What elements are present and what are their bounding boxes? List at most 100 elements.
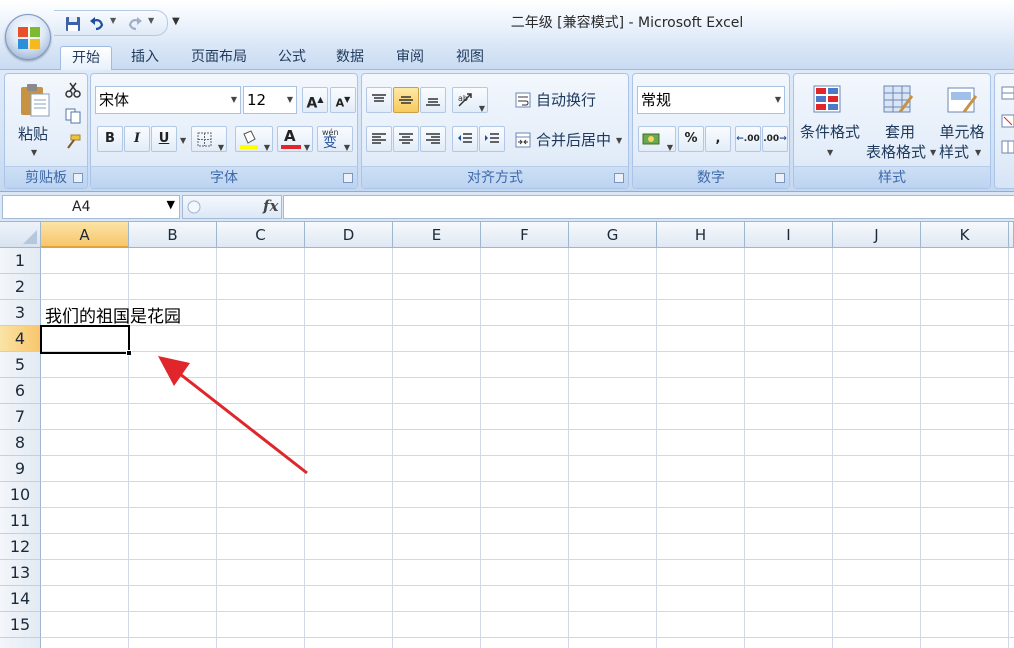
align-bottom-button[interactable] [420, 87, 446, 113]
formula-bar-splitter-icon[interactable] [186, 199, 202, 215]
font-name-dropdown-icon[interactable]: ▼ [231, 87, 237, 113]
font-color-dropdown-icon[interactable]: ▼ [304, 136, 310, 160]
accounting-format-button[interactable]: ▼ [638, 126, 676, 152]
merge-center-dropdown-icon[interactable]: ▼ [616, 136, 622, 145]
number-format-combo[interactable]: 常规 ▼ [637, 86, 785, 114]
format-painter-icon[interactable] [65, 134, 81, 150]
number-format-dropdown-icon[interactable]: ▼ [775, 87, 781, 113]
font-name-combo[interactable]: 宋体 ▼ [95, 86, 241, 114]
merge-center-button[interactable]: 合并后居中 [536, 130, 611, 150]
align-right-icon [426, 133, 440, 144]
office-logo-icon [18, 27, 40, 49]
cut-icon[interactable] [65, 82, 81, 98]
name-box[interactable]: A4 ▼ [2, 195, 180, 219]
annotation-arrow [158, 356, 308, 475]
cell-styles-button[interactable]: 样式 [936, 142, 972, 162]
tab-data[interactable]: 数据 [326, 46, 374, 70]
cell-styles-icon [947, 87, 978, 113]
font-color-button[interactable]: A ▼ [277, 126, 313, 152]
align-left-button[interactable] [366, 126, 392, 152]
currency-icon [642, 133, 660, 145]
increase-indent-button[interactable] [479, 126, 505, 152]
orientation-button[interactable]: ab ▼ [452, 87, 488, 113]
fill-color-button[interactable]: ▼ [235, 126, 273, 152]
paste-dropdown-icon[interactable]: ▼ [31, 148, 37, 157]
paste-icon[interactable] [19, 82, 51, 118]
number-dialog-launcher[interactable] [775, 173, 785, 183]
clipboard-dialog-launcher[interactable] [73, 173, 83, 183]
orientation-icon: ab [458, 93, 472, 107]
insert-cells-icon[interactable] [1001, 86, 1014, 100]
font-size-dropdown-icon[interactable]: ▼ [287, 87, 293, 113]
styles-group: 条件格式 ▼ 套用 表格格式 ▼ 单元格 样式 ▼ 样式 [793, 73, 991, 189]
orientation-dropdown-icon[interactable]: ▼ [479, 97, 485, 121]
phonetic-char: 变 [323, 135, 337, 151]
tab-review[interactable]: 审阅 [384, 46, 436, 70]
format-as-table-label-1[interactable]: 套用 [866, 122, 934, 142]
number-format-value: 常规 [641, 91, 672, 109]
tab-home[interactable]: 开始 [60, 46, 112, 71]
font-group: 宋体 ▼ 12 ▼ A▲ A▼ B I U ▼ ▼ ▼ A ▼ wén 变 ▼ … [90, 73, 358, 189]
alignment-dialog-launcher[interactable] [614, 173, 624, 183]
tab-formulas[interactable]: 公式 [268, 46, 316, 70]
insert-function-button[interactable]: fx [263, 197, 278, 215]
format-cells-icon[interactable] [1001, 140, 1014, 154]
name-box-dropdown-icon[interactable]: ▼ [167, 198, 175, 211]
copy-icon[interactable] [65, 108, 81, 124]
increase-decimal-button[interactable]: ←.00 [735, 126, 761, 152]
align-right-button[interactable] [420, 126, 446, 152]
formula-input[interactable] [283, 195, 1014, 219]
cells-group-partial [994, 73, 1014, 189]
formula-bar: A4 ▼ fx [0, 192, 1014, 222]
cell-styles-label-1[interactable]: 单元格 [936, 122, 988, 142]
borders-dropdown-icon[interactable]: ▼ [218, 136, 224, 160]
comma-style-button[interactable]: , [705, 126, 731, 152]
font-size-combo[interactable]: 12 ▼ [243, 86, 297, 114]
borders-button[interactable]: ▼ [191, 126, 227, 152]
format-as-table-icon [883, 85, 914, 113]
paste-button[interactable]: 粘贴 [11, 124, 55, 144]
tab-page-layout[interactable]: 页面布局 [180, 46, 258, 70]
ribbon-tab-bar: 开始 插入 页面布局 公式 数据 审阅 视图 [0, 42, 1014, 71]
delete-cells-icon[interactable] [1001, 114, 1014, 128]
conditional-formatting-dropdown-icon[interactable]: ▼ [827, 148, 833, 157]
styles-group-label: 样式 [794, 166, 990, 188]
percent-style-button[interactable]: % [678, 126, 704, 152]
font-color-swatch [281, 145, 301, 149]
format-as-table-button[interactable]: 表格格式 [860, 142, 932, 162]
decrease-decimal-button[interactable]: .00→ [762, 126, 788, 152]
svg-text:ab: ab [458, 94, 468, 103]
window-title: 二年级 [兼容模式] - Microsoft Excel [510, 15, 744, 31]
tab-view[interactable]: 视图 [446, 46, 494, 70]
phonetic-dropdown-icon[interactable]: ▼ [344, 136, 350, 160]
fill-color-dropdown-icon[interactable]: ▼ [264, 136, 270, 160]
underline-dropdown-icon[interactable]: ▼ [180, 136, 186, 145]
wrap-text-button[interactable]: 自动换行 [536, 90, 596, 110]
cell-styles-dropdown-icon[interactable]: ▼ [975, 148, 981, 157]
italic-button[interactable]: I [124, 126, 150, 152]
decrease-indent-icon [458, 133, 472, 143]
phonetic-button[interactable]: wén 变 ▼ [317, 126, 353, 152]
shrink-font-button[interactable]: A▼ [330, 87, 356, 113]
accounting-dropdown-icon[interactable]: ▼ [667, 136, 673, 160]
decrease-indent-button[interactable] [452, 126, 478, 152]
align-top-icon [372, 94, 386, 102]
fill-color-icon [240, 130, 258, 149]
underline-button[interactable]: U [151, 126, 177, 152]
tab-insert[interactable]: 插入 [122, 46, 168, 70]
worksheet-grid: ABCDEFGHIJK 1 2 3 4 5 6 7 8 9 10 11 12 13 14 15 我们的祖国是… [0, 222, 1014, 648]
merge-center-icon [515, 132, 531, 148]
bold-button[interactable]: B [97, 126, 123, 152]
grow-font-button[interactable]: A▲ [302, 87, 328, 113]
ribbon: 粘贴 ▼ 剪贴板 宋体 ▼ 12 ▼ A▲ A▼ B I U ▼ ▼ ▼ A ▼… [0, 70, 1014, 192]
font-dialog-launcher[interactable] [343, 173, 353, 183]
formula-bar-buttons: fx [182, 195, 282, 219]
font-size-value: 12 [247, 91, 267, 109]
align-middle-button[interactable] [393, 87, 419, 113]
align-top-button[interactable] [366, 87, 392, 113]
increase-indent-icon [485, 133, 499, 143]
align-center-button[interactable] [393, 126, 419, 152]
office-button[interactable] [5, 14, 51, 60]
alignment-group: ab ▼ 自动换行 合并后居中 ▼ 对齐方式 [361, 73, 629, 189]
conditional-formatting-button[interactable]: 条件格式 [796, 122, 864, 142]
